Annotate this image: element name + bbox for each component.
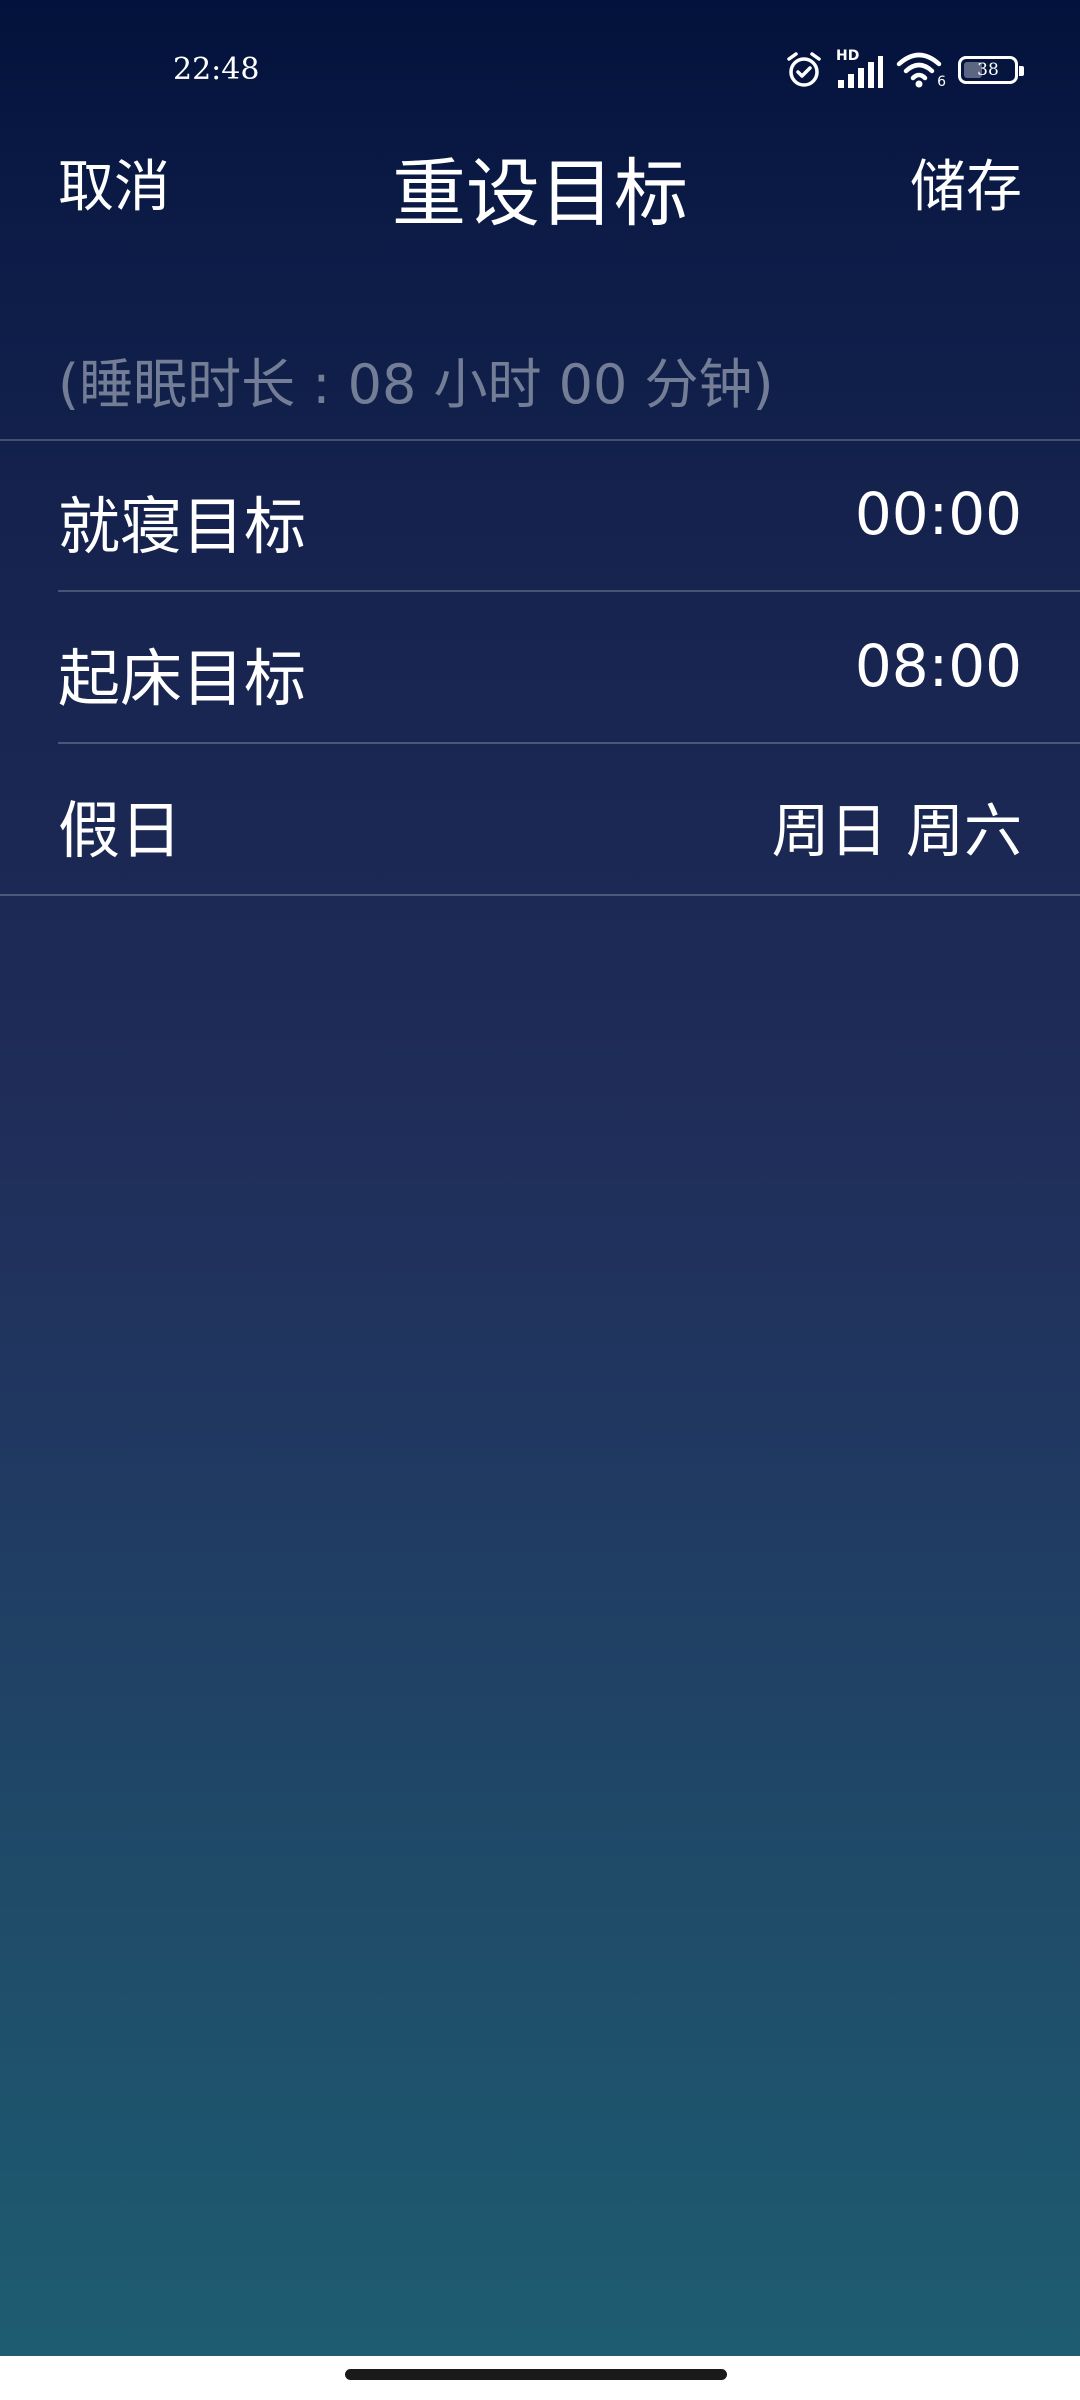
wake-goal-row[interactable]: 起床目标 08:00 (0, 592, 1080, 742)
alarm-icon (784, 50, 824, 90)
wifi-icon: 6 (896, 50, 946, 90)
battery-icon: 38 (958, 56, 1024, 84)
hd-signal-icon: HD (836, 48, 884, 90)
bedtime-goal-label: 就寝目标 (58, 490, 307, 563)
status-time: 22:48 (173, 52, 260, 87)
sleep-duration-text: (睡眠时长 : 08 小时 00 分钟) (58, 353, 774, 416)
wifi-label: 6 (937, 74, 946, 90)
status-bar: 22:48 HD 6 38 (0, 0, 1080, 140)
bedtime-goal-value: 00:00 (854, 480, 1022, 548)
bedtime-goal-row[interactable]: 就寝目标 00:00 (0, 440, 1080, 590)
save-button[interactable]: 储存 (910, 142, 1022, 223)
home-indicator[interactable] (345, 2369, 727, 2380)
holiday-label: 假日 (58, 794, 183, 867)
divider (0, 894, 1080, 896)
header: 取消 重设目标 储存 (0, 120, 1080, 240)
battery-text: 38 (977, 59, 999, 80)
holiday-value: 周日 周六 (771, 797, 1022, 865)
status-icons: HD 6 38 (784, 48, 1024, 92)
wake-goal-value: 08:00 (854, 632, 1022, 700)
wake-goal-label: 起床目标 (58, 642, 307, 715)
holiday-row[interactable]: 假日 周日 周六 (0, 744, 1080, 894)
